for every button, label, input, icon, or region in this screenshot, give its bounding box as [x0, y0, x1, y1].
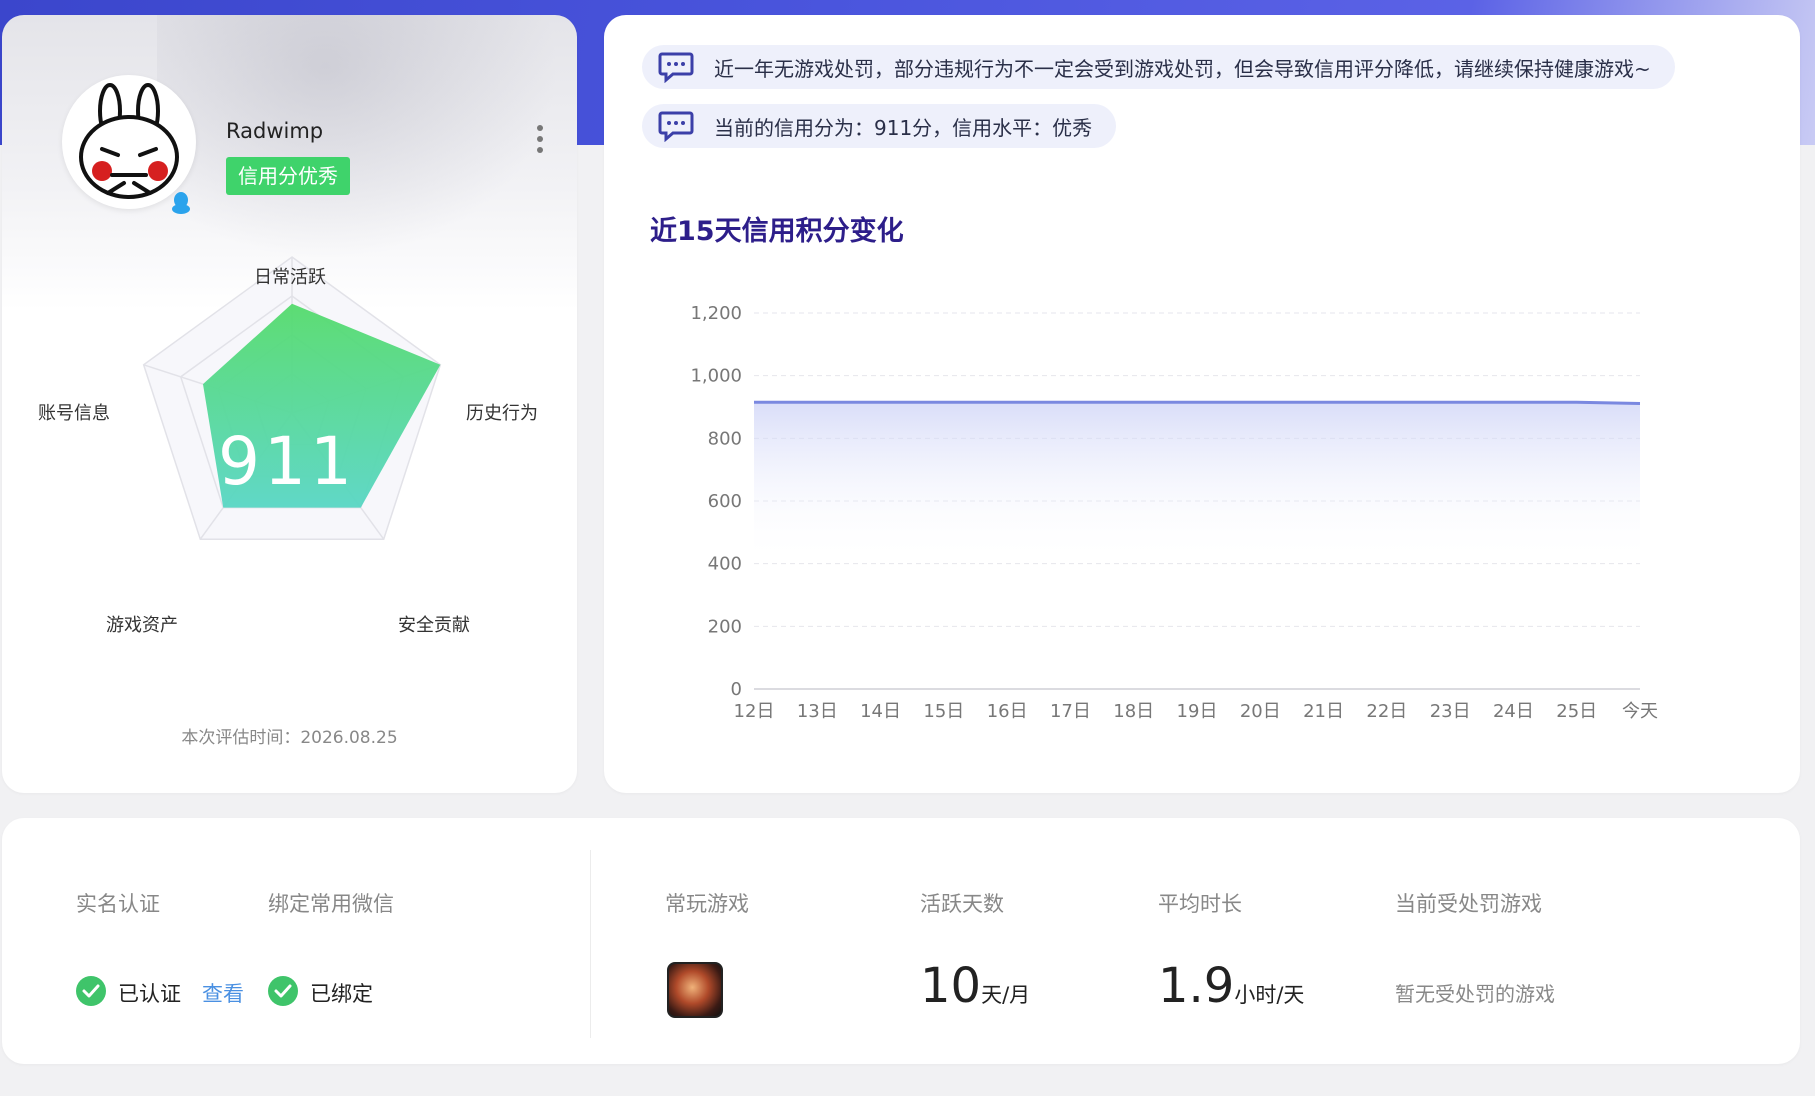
chart-x-tick-label: 23日 — [1430, 701, 1471, 722]
chart-x-tick-label: 25日 — [1556, 701, 1597, 722]
chart-y-tick-label: 400 — [708, 554, 742, 575]
penalty-games-label: 当前受处罚游戏 — [1395, 892, 1542, 916]
penalty-games-value: 暂无受处罚的游戏 — [1395, 982, 1555, 1006]
credit-level-badge: 信用分优秀 — [226, 157, 350, 195]
chart-x-tick-label: 24日 — [1493, 701, 1534, 722]
avatar[interactable] — [62, 75, 196, 209]
view-realname-link[interactable]: 查看 — [202, 978, 244, 1008]
notice-text: 当前的信用分为：911分，信用水平：优秀 — [714, 115, 1093, 140]
games-label: 常玩游戏 — [665, 892, 749, 916]
notice-score: 当前的信用分为：911分，信用水平：优秀 — [642, 104, 1117, 148]
chart-y-tick-label: 1,200 — [690, 303, 742, 324]
realname-label: 实名认证 — [76, 892, 160, 916]
evaluation-time: 本次评估时间：2026.08.25 — [181, 728, 398, 748]
chart-y-tick-label: 200 — [708, 616, 742, 637]
chart-x-tick-label: 22日 — [1366, 701, 1407, 722]
stats-card: 实名认证 绑定常用微信 已认证 查看 已绑定 常玩游戏 活跃天数 10天/月 平… — [2, 818, 1800, 1064]
chart-x-tick-label: 16日 — [987, 701, 1028, 722]
radar-label-assets: 游戏资产 — [106, 615, 178, 636]
active-days-number: 10 — [920, 958, 982, 1014]
qq-icon — [172, 192, 190, 214]
active-days-unit: 天/月 — [981, 983, 1031, 1007]
chart-y-tick-label: 800 — [708, 428, 742, 449]
chart-x-tick-label: 17日 — [1050, 701, 1091, 722]
active-days-label: 活跃天数 — [920, 892, 1004, 916]
wechat-label: 绑定常用微信 — [268, 892, 394, 916]
notice-text: 近一年无游戏处罚，部分违规行为不一定会受到游戏处罚，但会导致信用评分降低，请继续… — [714, 56, 1651, 81]
chart-y-tick-label: 0 — [731, 679, 742, 700]
chart-x-tick-label: 15日 — [923, 701, 964, 722]
chart-title: 近15天信用积分变化 — [650, 216, 904, 247]
notice-penalty: 近一年无游戏处罚，部分违规行为不一定会受到游戏处罚，但会导致信用评分降低，请继续… — [642, 45, 1675, 89]
active-days-value: 10天/月 — [920, 958, 1030, 1014]
message-icon — [658, 52, 694, 83]
radar-label-daily: 日常活跃 — [254, 267, 326, 288]
chart-x-tick-label: 今天 — [1622, 701, 1658, 722]
more-options-icon[interactable] — [532, 123, 548, 155]
game-app-icon[interactable] — [667, 962, 723, 1018]
avg-duration-value: 1.9小时/天 — [1158, 958, 1304, 1014]
credit-score: 911 — [218, 423, 356, 500]
chart-x-tick-label: 12日 — [734, 701, 775, 722]
message-icon — [658, 111, 694, 142]
wechat-status: 已绑定 — [310, 982, 373, 1006]
chart-y-tick-label: 600 — [708, 491, 742, 512]
chart-area-fill — [754, 402, 1640, 564]
chart-y-tick-label: 1,000 — [690, 366, 742, 387]
avg-duration-label: 平均时长 — [1158, 892, 1242, 916]
credit-trend-chart: 12日 13日 14日 15日 16日 17日 18日 19日 20日 21日 22日 23日 24日 2… — [690, 303, 1658, 722]
realname-status: 已认证 — [118, 982, 181, 1006]
chart-x-tick-label: 13日 — [797, 701, 838, 722]
chart-x-tick-label: 18日 — [1113, 701, 1154, 722]
avg-duration-unit: 小时/天 — [1234, 983, 1305, 1007]
check-circle-icon — [76, 976, 106, 1006]
chart-x-tick-label: 19日 — [1177, 701, 1218, 722]
radar-label-security: 安全贡献 — [398, 615, 470, 636]
section-divider — [590, 850, 591, 1038]
radar-label-history: 历史行为 — [466, 403, 538, 424]
check-circle-icon — [268, 976, 298, 1006]
chart-x-tick-label: 14日 — [860, 701, 901, 722]
rabbit-avatar-icon — [79, 83, 179, 199]
chart-card: 近一年无游戏处罚，部分违规行为不一定会受到游戏处罚，但会导致信用评分降低，请继续… — [604, 15, 1800, 793]
avg-duration-number: 1.9 — [1158, 958, 1235, 1014]
chart-x-tick-label: 20日 — [1240, 701, 1281, 722]
chart-series-line — [754, 400, 1641, 406]
chart-x-tick-label: 21日 — [1303, 701, 1344, 722]
username: Radwimp — [226, 119, 324, 143]
profile-banner-art — [157, 15, 577, 275]
radar-label-account: 账号信息 — [38, 403, 110, 424]
profile-card: Radwimp 信用分优秀 日常活跃 历史行为 安全贡献 游戏资产 账号信息 9… — [2, 15, 577, 793]
